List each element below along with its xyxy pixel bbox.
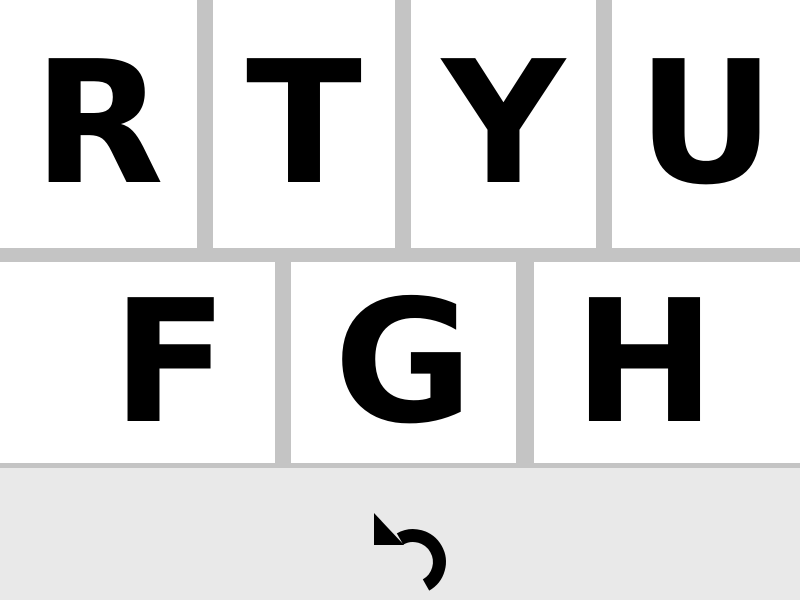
key-t[interactable]: T bbox=[213, 0, 395, 248]
key-label: T bbox=[246, 25, 362, 223]
key-label: Y bbox=[441, 25, 566, 223]
undo-button[interactable] bbox=[355, 500, 475, 595]
key-f[interactable]: F bbox=[0, 262, 275, 463]
key-h[interactable]: H bbox=[534, 262, 800, 463]
key-g[interactable]: G bbox=[291, 262, 516, 463]
key-label: G bbox=[333, 263, 474, 462]
key-r[interactable]: R bbox=[0, 0, 197, 248]
key-y[interactable]: Y bbox=[411, 0, 596, 248]
key-u[interactable]: U bbox=[612, 0, 800, 248]
bottom-bar bbox=[0, 468, 800, 600]
undo-icon bbox=[374, 512, 446, 591]
key-label: R bbox=[33, 25, 164, 223]
key-label: U bbox=[636, 25, 776, 223]
key-label: H bbox=[573, 263, 716, 462]
keyboard: R T Y U F G H bbox=[0, 0, 800, 600]
key-label: F bbox=[111, 263, 229, 462]
